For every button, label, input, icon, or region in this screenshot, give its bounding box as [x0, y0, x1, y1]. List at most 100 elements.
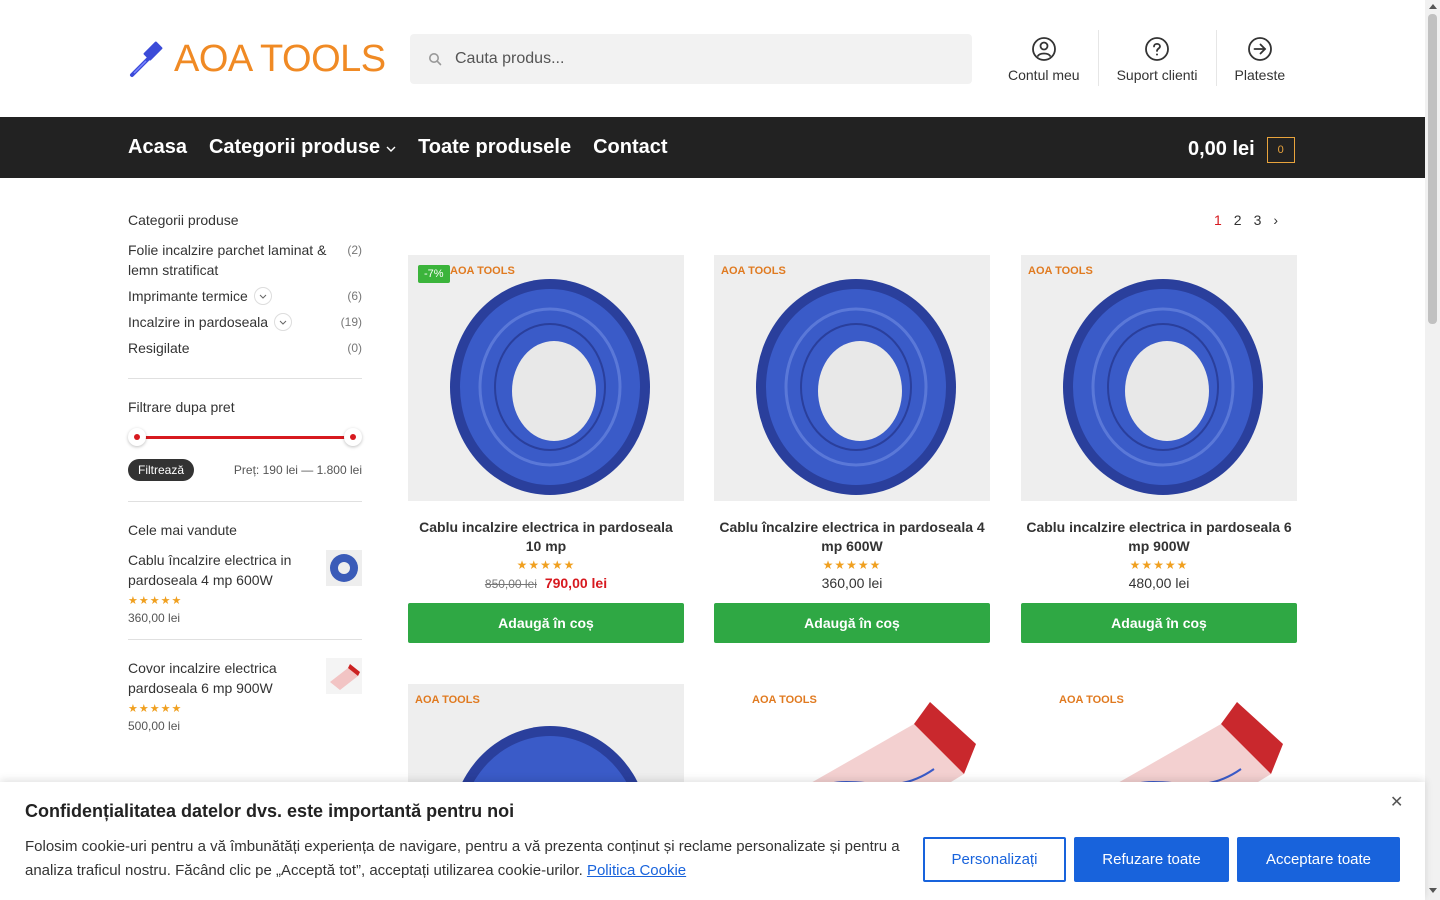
page-scrollbar[interactable] — [1425, 0, 1440, 900]
sidebar: Categorii produse Folie incalzire parche… — [128, 212, 362, 733]
nav-item-categories[interactable]: Categorii produse — [209, 136, 396, 159]
product-title[interactable]: Cablu încalzire electrica in pardoseala … — [714, 518, 990, 556]
cart-link[interactable]: 0,00 lei 0 — [1188, 135, 1295, 163]
cart-total: 0,00 lei — [1188, 137, 1255, 160]
category-count: (19) — [340, 315, 362, 329]
rating-stars: ★★★★★ — [516, 558, 576, 572]
product-image[interactable]: AOA TOOLS — [1021, 255, 1297, 501]
site-header: AOA TOOLS Contul meu Suport clienti — [0, 0, 1425, 117]
product-price: 360,00 lei — [821, 575, 883, 591]
price-slider-max-handle[interactable] — [344, 428, 362, 446]
category-count: (6) — [347, 289, 362, 303]
checkout-label: Plateste — [1234, 67, 1286, 83]
cookie-text: Folosim cookie-uri pentru a vă îmbunătăț… — [25, 835, 905, 883]
cookie-policy-link[interactable]: Politica Cookie — [587, 862, 686, 879]
price-slider[interactable] — [128, 427, 362, 447]
nav-item-categories-label: Categorii produse — [208, 136, 381, 158]
product-card: AOA TOOLS Cablu încalzire electrica in p… — [714, 255, 990, 643]
rating-stars: ★★★★★ — [128, 595, 183, 607]
cookie-banner: Confidențialitatea datelor dvs. este imp… — [0, 782, 1425, 900]
add-to-cart-button[interactable]: Adaugă în coș — [714, 603, 990, 643]
nav-item-all-products[interactable]: Toate produsele — [418, 136, 571, 159]
price-range-text: Preț: 190 lei — 1.800 lei — [233, 463, 362, 477]
accept-all-button[interactable]: Acceptare toate — [1237, 837, 1400, 882]
chevron-down-icon — [386, 146, 396, 152]
categories-title: Categorii produse — [128, 212, 239, 228]
account-link[interactable]: Contul meu — [990, 30, 1099, 86]
product-price: 480,00 lei — [1128, 575, 1190, 591]
hammer-logo-icon — [130, 41, 163, 77]
bestseller-name[interactable]: Covor incalzire electrica pardoseala 6 m… — [128, 658, 318, 698]
add-to-cart-button[interactable]: Adaugă în coș — [408, 603, 684, 643]
reject-all-button[interactable]: Refuzare toate — [1074, 837, 1229, 882]
checkout-link[interactable]: Plateste — [1217, 30, 1304, 86]
cookie-title: Confidențialitatea datelor dvs. este imp… — [25, 801, 515, 821]
category-name: Resigilate — [128, 340, 190, 356]
search-input[interactable] — [455, 50, 935, 68]
rating-stars: ★★★★★ — [822, 558, 882, 572]
cable-coil-image — [1021, 255, 1297, 501]
category-item[interactable]: Imprimante termice (6) — [128, 286, 362, 306]
category-item[interactable]: Resigilate (0) — [128, 338, 362, 358]
category-item[interactable]: Incalzire in pardoseala (19) — [128, 312, 362, 332]
bestseller-price: 500,00 lei — [128, 719, 181, 733]
rating-stars: ★★★★★ — [128, 703, 183, 715]
category-item[interactable]: Folie incalzire parchet laminat & lemn s… — [128, 240, 362, 280]
nav-item-contact[interactable]: Contact — [593, 136, 667, 159]
old-price: 850,00 lei — [484, 577, 537, 591]
brand-watermark: AOA TOOLS — [450, 265, 515, 277]
add-to-cart-button[interactable]: Adaugă în coș — [1021, 603, 1297, 643]
user-circle-icon — [1031, 37, 1056, 61]
product-title[interactable]: Cablu incalzire electrica in pardoseala … — [408, 518, 684, 556]
cable-coil-image — [408, 255, 684, 501]
divider — [128, 639, 362, 640]
product-card: AOA TOOLS Cablu incalzire electrica in p… — [1021, 255, 1297, 643]
support-label: Suport clienti — [1116, 67, 1198, 83]
support-link[interactable]: Suport clienti — [1099, 30, 1217, 86]
page-2[interactable]: 2 — [1234, 212, 1242, 228]
expand-toggle[interactable] — [253, 287, 272, 305]
scroll-up-arrow-icon[interactable] — [1429, 4, 1437, 9]
logo-text: AOA TOOLS — [174, 38, 386, 80]
divider — [128, 501, 362, 502]
cookie-message: Folosim cookie-uri pentru a vă îmbunătăț… — [25, 838, 900, 879]
category-name: Imprimante termice — [128, 288, 248, 304]
search-bar[interactable] — [410, 34, 972, 84]
bestseller-item[interactable]: Covor incalzire electrica pardoseala 6 m… — [128, 658, 362, 733]
next-page-arrow-icon[interactable]: › — [1273, 212, 1278, 228]
header-links: Contul meu Suport clienti Plateste — [990, 30, 1303, 86]
bestseller-item[interactable]: Cablu încalzire electrica in pardoseala … — [128, 550, 362, 625]
filter-button[interactable]: Filtrează — [128, 459, 195, 481]
close-icon[interactable]: ✕ — [1390, 792, 1403, 812]
product-thumbnail[interactable] — [326, 550, 362, 586]
customize-button[interactable]: Personalizați — [923, 837, 1066, 882]
brand-watermark: AOA TOOLS — [1059, 694, 1124, 706]
price-slider-min-handle[interactable] — [128, 428, 146, 446]
account-label: Contul meu — [1008, 67, 1080, 83]
scrollbar-thumb[interactable] — [1428, 14, 1437, 324]
page-1[interactable]: 1 — [1214, 212, 1222, 228]
brand-watermark: AOA TOOLS — [752, 694, 817, 706]
bestsellers-title: Cele mai vandute — [128, 522, 237, 538]
product-image[interactable]: AOA TOOLS — [714, 255, 990, 501]
page-3[interactable]: 3 — [1254, 212, 1262, 228]
scroll-down-arrow-icon[interactable] — [1429, 888, 1437, 893]
bestseller-name[interactable]: Cablu încalzire electrica in pardoseala … — [128, 550, 318, 590]
brand-watermark: AOA TOOLS — [415, 694, 480, 706]
pagination: 1 2 3 › — [1208, 212, 1284, 228]
expand-toggle[interactable] — [274, 313, 293, 331]
product-title[interactable]: Cablu incalzire electrica in pardoseala … — [1021, 518, 1297, 556]
category-name: Incalzire in pardoseala — [128, 314, 269, 330]
brand-watermark: AOA TOOLS — [721, 265, 786, 277]
category-count: (0) — [347, 341, 362, 355]
site-logo[interactable]: AOA TOOLS — [128, 38, 386, 80]
product-image[interactable]: AOA TOOLS -7% — [408, 255, 684, 501]
nav-item-home[interactable]: Acasa — [128, 136, 187, 159]
main-nav: Acasa Categorii produse Toate produsele … — [0, 117, 1425, 178]
product-thumbnail[interactable] — [326, 658, 362, 694]
product-card: AOA TOOLS -7% Cablu incalzire electrica … — [408, 255, 684, 643]
arrow-circle-icon — [1247, 37, 1272, 61]
help-circle-icon — [1145, 37, 1169, 61]
rating-stars: ★★★★★ — [1129, 558, 1189, 572]
price-filter-title: Filtrare dupa pret — [128, 399, 235, 415]
